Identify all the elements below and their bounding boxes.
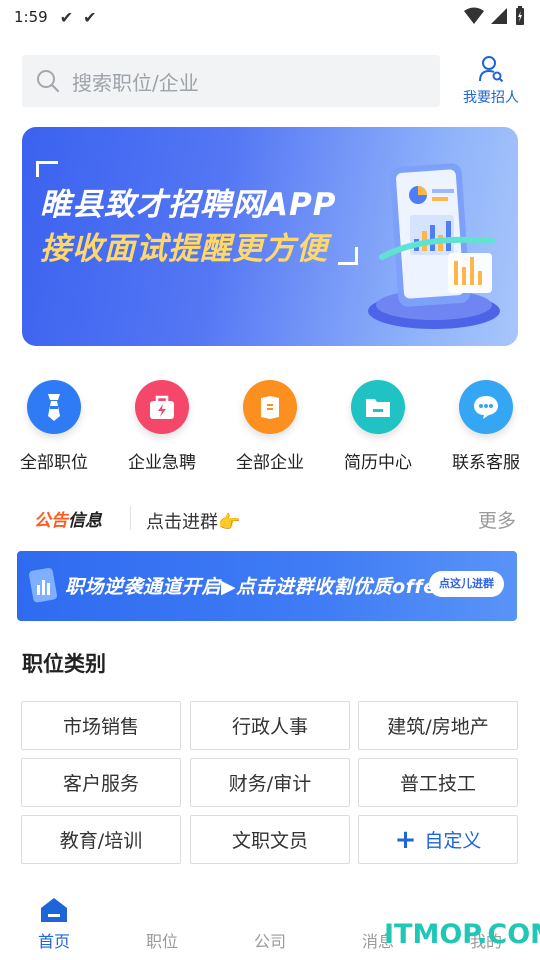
- quick-link-all-jobs[interactable]: 全部职位: [0, 380, 108, 473]
- divider: [130, 506, 131, 530]
- quick-link-companies[interactable]: 全部企业: [216, 380, 324, 473]
- home-icon: [41, 898, 67, 922]
- ad-banner[interactable]: 职场逆袭通道开启▶点击进群收割优质offer 点这儿进群: [17, 551, 517, 621]
- search-placeholder: 搜索职位/企业: [72, 70, 199, 95]
- quick-link-label: 联系客服: [452, 453, 520, 473]
- nav-label: 职位: [145, 932, 178, 951]
- notice-tag-part: 公告: [34, 511, 68, 531]
- search-icon: [37, 70, 60, 93]
- phone-illustration: [368, 163, 500, 329]
- category-button[interactable]: 教育/培训: [21, 815, 181, 864]
- more-link[interactable]: 更多: [478, 506, 516, 533]
- quick-link-urgent[interactable]: 企业急聘: [108, 380, 216, 473]
- search-input[interactable]: 搜索职位/企业: [22, 55, 440, 107]
- nav-label: 公司: [253, 932, 286, 951]
- quick-link-label: 简历中心: [344, 453, 412, 473]
- notice-text[interactable]: 点击进群👉: [146, 508, 240, 534]
- notice-bar[interactable]: 公告信息 点击进群👉 更多: [0, 500, 540, 536]
- banner-title: 睢县致才招聘网APP: [40, 187, 337, 223]
- custom-category-label: 自定义: [424, 830, 482, 852]
- banner-subtitle: 接收面试提醒更方便: [40, 231, 328, 267]
- category-button[interactable]: 普工技工: [358, 758, 518, 807]
- category-button[interactable]: 财务/审计: [190, 758, 350, 807]
- battery-icon: [516, 6, 524, 25]
- book-icon: [243, 380, 297, 434]
- check-icon: ✔: [59, 7, 74, 27]
- recruit-button[interactable]: 我要招人: [456, 55, 526, 109]
- quick-link-support[interactable]: 联系客服: [432, 380, 540, 473]
- quick-link-label: 全部职位: [20, 453, 88, 473]
- status-time: 1:59: [14, 8, 48, 26]
- person-search-icon: [479, 56, 504, 83]
- chat-icon: [459, 380, 513, 434]
- bracket-decoration: [36, 161, 58, 177]
- category-title: 职位类别: [22, 652, 106, 676]
- category-button[interactable]: 建筑/房地产: [358, 701, 518, 750]
- tie-icon: [27, 380, 81, 434]
- custom-category-button[interactable]: + 自定义: [358, 815, 518, 864]
- chart-card-icon: [29, 567, 57, 603]
- notice-tag: 公告信息: [34, 506, 102, 531]
- category-button[interactable]: 市场销售: [21, 701, 181, 750]
- ad-text: 职场逆袭通道开启▶点击进群收割优质offer: [65, 576, 447, 598]
- category-button[interactable]: 行政人事: [190, 701, 350, 750]
- wifi-icon: [464, 7, 484, 24]
- urgent-bag-icon: [135, 380, 189, 434]
- plus-icon: +: [394, 824, 417, 855]
- ad-join-chip[interactable]: 点这儿进群: [429, 571, 504, 597]
- quick-link-label: 企业急聘: [128, 453, 196, 473]
- category-button[interactable]: 文职文员: [190, 815, 350, 864]
- status-bar: 1:59 ✔ ✔: [0, 0, 540, 34]
- recruit-label: 我要招人: [463, 90, 519, 106]
- quick-link-label: 全部企业: [236, 453, 304, 473]
- watermark: ITMOP.COM: [384, 919, 540, 950]
- notice-tag-part: 信息: [68, 511, 102, 531]
- folder-icon: [351, 380, 405, 434]
- promo-banner[interactable]: 睢县致才招聘网APP 接收面试提醒更方便: [22, 127, 518, 346]
- category-button[interactable]: 客户服务: [21, 758, 181, 807]
- nav-label: 首页: [37, 932, 70, 951]
- signal-icon: [491, 8, 507, 24]
- quick-links: 全部职位 企业急聘 全部企业 简历中心 联系客服: [0, 380, 540, 480]
- quick-link-resume[interactable]: 简历中心: [324, 380, 432, 473]
- check-icon: ✔: [83, 7, 97, 27]
